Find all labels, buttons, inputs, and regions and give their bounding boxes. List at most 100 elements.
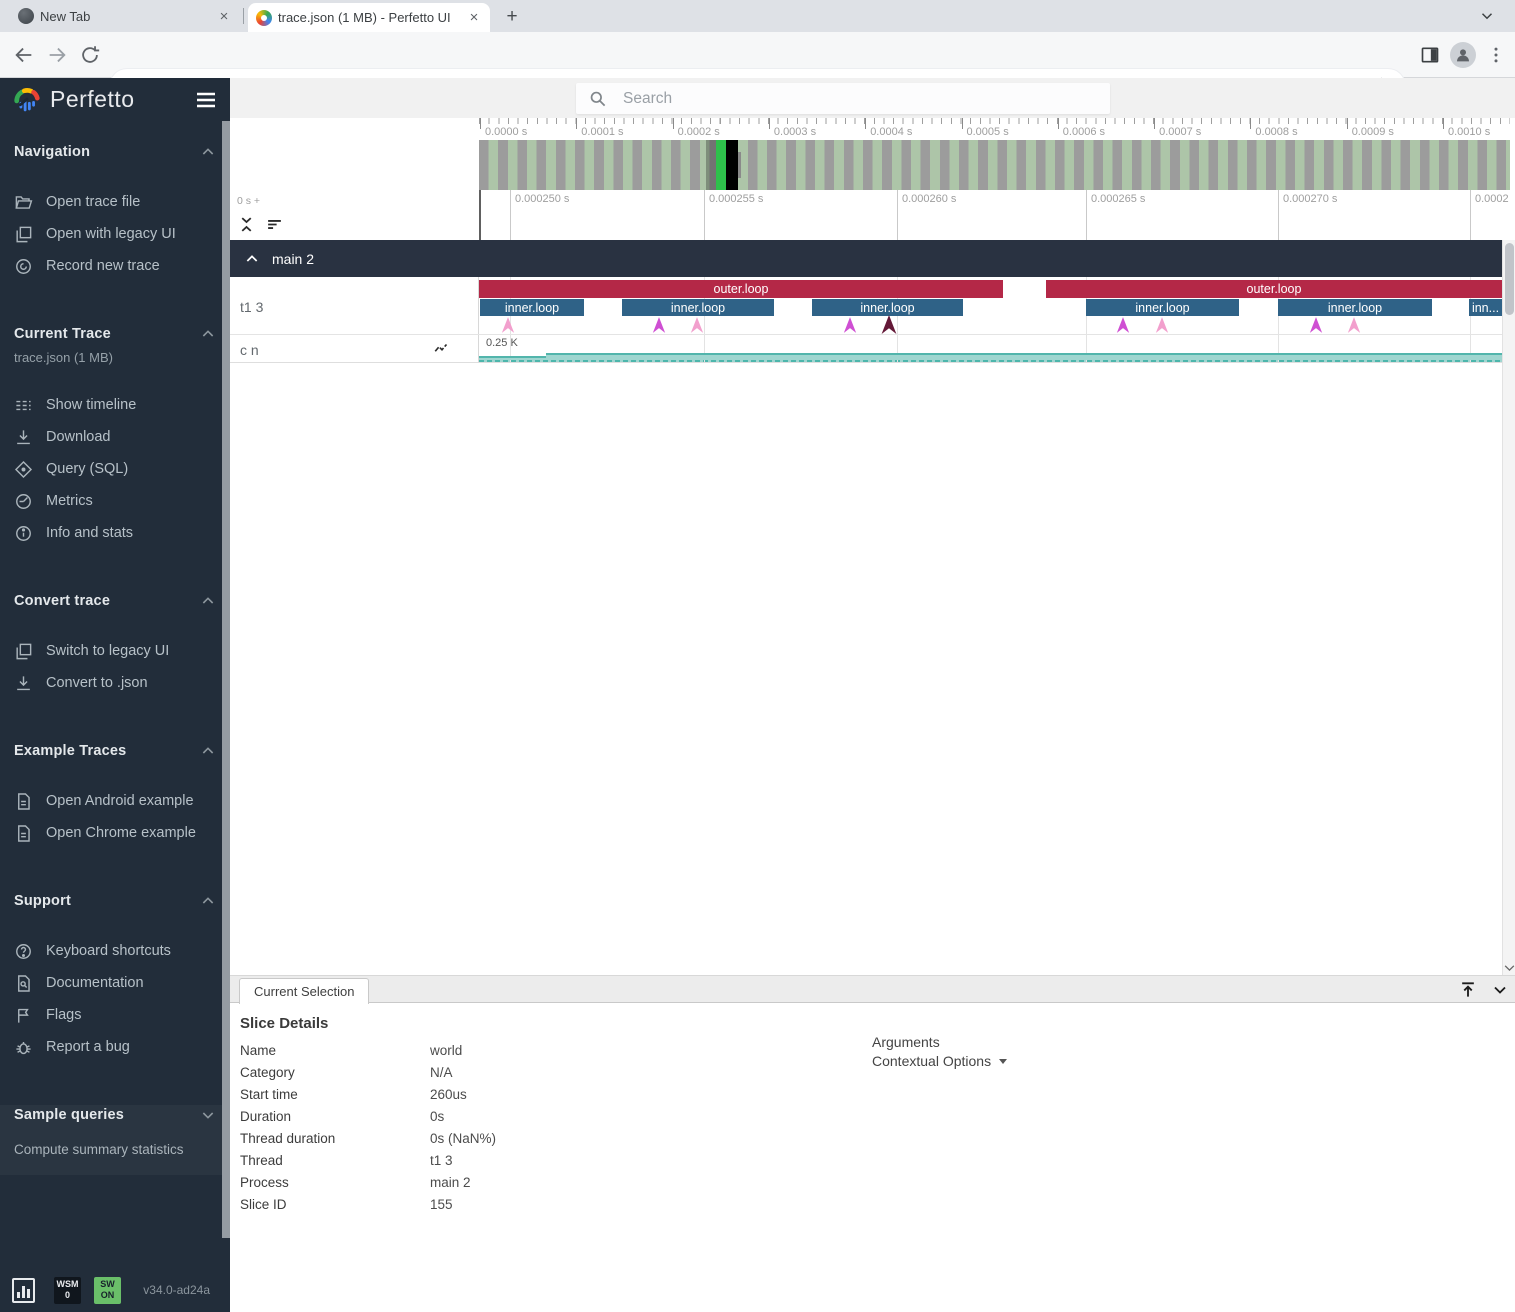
tracks-scrollbar[interactable] bbox=[1502, 240, 1515, 975]
side-panel-icon[interactable] bbox=[1420, 45, 1440, 65]
slice-inner-loop[interactable]: inner.loop bbox=[1086, 299, 1239, 316]
search-input[interactable]: Search bbox=[576, 83, 1110, 114]
section-header[interactable]: Example Traces bbox=[0, 741, 230, 761]
sidebar-item-show-timeline[interactable]: Show timeline bbox=[0, 389, 230, 421]
sidebar-item-switch-to-legacy-ui[interactable]: Switch to legacy UI bbox=[0, 635, 230, 667]
counter-track-content[interactable]: 0.25 K bbox=[479, 335, 1502, 362]
slice-inner-loop[interactable]: inner.loop bbox=[1278, 299, 1432, 316]
counter-value-fill bbox=[479, 356, 546, 360]
sidebar-item-record-new-trace[interactable]: Record new trace bbox=[0, 250, 230, 282]
instant-event-arrow[interactable] bbox=[501, 317, 515, 333]
counter-track-name: c n bbox=[240, 342, 259, 358]
sidebar-item-keyboard-shortcuts[interactable]: Keyboard shortcuts bbox=[0, 935, 230, 967]
section-header[interactable]: Support bbox=[0, 891, 230, 911]
trace-stats-icon[interactable] bbox=[12, 1278, 35, 1303]
instant-event-arrow[interactable] bbox=[1116, 317, 1130, 333]
thread-track-shell[interactable]: t1 3 bbox=[230, 277, 479, 334]
instant-event-arrow[interactable] bbox=[652, 317, 666, 333]
slice-outer-loop[interactable]: outer.loop bbox=[1046, 280, 1502, 298]
current-selection-tab[interactable]: Current Selection bbox=[239, 978, 369, 1004]
browser-tab-perfetto[interactable]: trace.json (1 MB) - Perfetto UI × bbox=[248, 3, 490, 32]
detail-label: Name bbox=[240, 1043, 276, 1058]
folder-open-icon bbox=[14, 193, 33, 212]
section-title: Support bbox=[14, 893, 71, 909]
chevron-up-icon[interactable] bbox=[200, 326, 216, 342]
chevron-up-icon[interactable] bbox=[200, 893, 216, 909]
hamburger-menu-icon[interactable] bbox=[194, 88, 218, 112]
slice-inner-loop[interactable]: inner.loop bbox=[812, 299, 963, 316]
chevron-up-icon[interactable] bbox=[244, 251, 260, 267]
sidebar-item-open-chrome-example[interactable]: Open Chrome example bbox=[0, 817, 230, 849]
sidebar-item-convert-to-json[interactable]: Convert to .json bbox=[0, 667, 230, 699]
chevron-up-icon[interactable] bbox=[200, 593, 216, 609]
ruler-tick-label: 0.0001 s bbox=[581, 126, 623, 138]
instant-event-arrow[interactable] bbox=[690, 317, 704, 333]
sidebar-item-open-trace-file[interactable]: Open trace file bbox=[0, 186, 230, 218]
browser-menu-kebab-icon[interactable] bbox=[1486, 45, 1506, 65]
chevron-up-icon[interactable] bbox=[200, 144, 216, 160]
overview-gridline bbox=[897, 190, 898, 240]
minimap-viewport-highlight[interactable] bbox=[716, 140, 726, 190]
instant-event-arrow-selected[interactable] bbox=[879, 315, 899, 334]
tab-search-chevron-icon[interactable] bbox=[1478, 7, 1496, 25]
section-title: Navigation bbox=[14, 144, 90, 160]
section-header[interactable]: Navigation bbox=[0, 142, 230, 162]
tab-separator bbox=[243, 8, 244, 24]
newtab-favicon bbox=[18, 8, 34, 24]
tab-close-icon[interactable]: × bbox=[466, 9, 482, 26]
profile-avatar[interactable] bbox=[1450, 42, 1476, 68]
chevron-up-icon[interactable] bbox=[200, 743, 216, 759]
sidebar-item-label: Metrics bbox=[46, 493, 93, 509]
slice-inner-loop[interactable]: inner.loop bbox=[480, 299, 584, 316]
tab-close-icon[interactable]: × bbox=[216, 8, 232, 25]
chevron-down-icon[interactable] bbox=[200, 1107, 216, 1123]
sidebar-item-flags[interactable]: Flags bbox=[0, 999, 230, 1031]
minimap-viewport-shade[interactable] bbox=[706, 140, 716, 190]
expand-panel-up-icon[interactable] bbox=[1458, 980, 1478, 1000]
slice-inner-loop[interactable]: inn... bbox=[1469, 299, 1502, 316]
timeline-minimap[interactable] bbox=[230, 140, 1515, 190]
track-filter-icon[interactable] bbox=[265, 216, 284, 233]
sidebar-item-info-and-stats[interactable]: Info and stats bbox=[0, 517, 230, 549]
instant-event-arrow[interactable] bbox=[1309, 317, 1323, 333]
sidebar-section-support: Support Keyboard shortcutsDocumentationFl… bbox=[0, 891, 230, 1063]
scrollbar-thumb[interactable] bbox=[1505, 243, 1514, 315]
sidebar-item-query-sql-[interactable]: Query (SQL) bbox=[0, 453, 230, 485]
collapse-tracks-icon[interactable] bbox=[238, 216, 255, 233]
tab-title: New Tab bbox=[40, 9, 210, 24]
scroll-down-arrow-icon[interactable] bbox=[1503, 964, 1515, 973]
sidebar-scrollbar[interactable] bbox=[222, 121, 230, 1238]
overview-time-label: 0.000265 s bbox=[1091, 193, 1145, 205]
sidebar-item-report-a-bug[interactable]: Report a bug bbox=[0, 1031, 230, 1063]
sidebar-item-label: Switch to legacy UI bbox=[46, 643, 169, 659]
reload-icon[interactable] bbox=[79, 44, 101, 66]
sidebar-item-open-android-example[interactable]: Open Android example bbox=[0, 785, 230, 817]
slice-inner-loop[interactable]: inner.loop bbox=[622, 299, 774, 316]
instant-event-arrow[interactable] bbox=[1155, 317, 1169, 333]
back-icon[interactable] bbox=[13, 44, 35, 66]
instant-event-arrow[interactable] bbox=[1347, 317, 1361, 333]
minimap-viewport-handle[interactable] bbox=[738, 152, 741, 178]
contextual-options-dropdown[interactable]: Contextual Options bbox=[872, 1053, 1007, 1069]
process-group-header[interactable]: main 2 bbox=[230, 240, 1502, 277]
new-tab-button[interactable]: + bbox=[500, 5, 524, 29]
browser-tab-newtab[interactable]: New Tab × bbox=[10, 0, 240, 32]
query-icon bbox=[14, 460, 33, 479]
sidebar-item-compute-summary-statistics[interactable]: Compute summary statistics bbox=[0, 1133, 230, 1165]
section-items: Keyboard shortcutsDocumentationFlagsRepo… bbox=[0, 935, 230, 1063]
counter-track-shell[interactable]: c n bbox=[230, 335, 479, 362]
download-icon bbox=[14, 428, 33, 447]
sidebar-item-documentation[interactable]: Documentation bbox=[0, 967, 230, 999]
section-header[interactable]: Sample queries bbox=[0, 1105, 230, 1125]
sidebar-item-open-with-legacy-ui[interactable]: Open with legacy UI bbox=[0, 218, 230, 250]
sidebar-item-metrics[interactable]: Metrics bbox=[0, 485, 230, 517]
sidebar-item-download[interactable]: Download bbox=[0, 421, 230, 453]
collapse-panel-down-icon[interactable] bbox=[1490, 980, 1510, 1000]
forward-icon[interactable] bbox=[46, 44, 68, 66]
instant-event-arrow[interactable] bbox=[843, 317, 857, 333]
minimap-viewport-cursor[interactable] bbox=[726, 140, 738, 190]
slice-outer-loop[interactable]: outer.loop bbox=[479, 280, 1003, 298]
section-header[interactable]: Current Trace bbox=[0, 324, 230, 344]
thread-track-content[interactable]: outer.loopouter.loopinner.loopinner.loop… bbox=[479, 277, 1502, 334]
section-header[interactable]: Convert trace bbox=[0, 591, 230, 611]
